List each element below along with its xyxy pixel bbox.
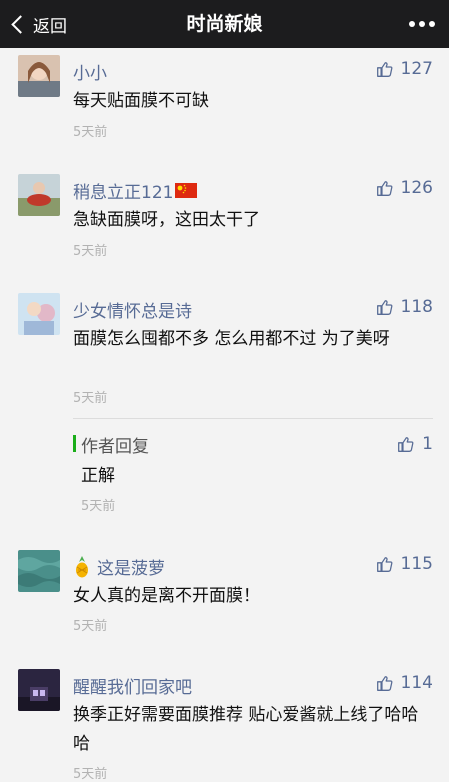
comment-author[interactable]: 这是菠萝 xyxy=(73,554,165,579)
thumbs-up-icon xyxy=(376,556,392,572)
like-count: 1 xyxy=(422,434,433,454)
comment-author[interactable]: 少女情怀总是诗 xyxy=(73,297,192,322)
back-label: 返回 xyxy=(33,16,67,37)
more-dot xyxy=(419,21,425,27)
like-count: 114 xyxy=(400,673,433,693)
comment-time: 5天前 xyxy=(73,619,108,634)
thumbs-up-icon xyxy=(376,61,392,77)
comment-time: 5天前 xyxy=(73,391,108,406)
comment-text: 每天贴面膜不可缺 xyxy=(73,91,209,111)
avatar[interactable] xyxy=(18,669,60,711)
like-button[interactable]: 118 xyxy=(376,297,433,317)
comment-author-name: 这是菠萝 xyxy=(97,559,165,579)
top-bar: 返回 时尚新娘 xyxy=(0,0,449,48)
like-button[interactable]: 1 xyxy=(397,434,433,454)
like-count: 126 xyxy=(400,178,433,198)
like-count: 118 xyxy=(400,297,433,317)
more-button[interactable] xyxy=(409,0,435,48)
comment-author[interactable]: 稍息立正121 xyxy=(73,178,198,203)
thumbs-up-icon xyxy=(376,180,392,196)
comment-author-name: 稍息立正121 xyxy=(73,183,174,203)
comment-author[interactable]: 小小 xyxy=(73,59,107,84)
like-button[interactable]: 114 xyxy=(376,673,433,693)
page-title: 时尚新娘 xyxy=(186,13,263,35)
more-dots-icon xyxy=(409,21,415,27)
thumbs-up-icon xyxy=(376,299,392,315)
thumbs-up-icon xyxy=(376,675,392,691)
like-count: 115 xyxy=(400,554,433,574)
reply-divider xyxy=(73,418,433,419)
like-button[interactable]: 126 xyxy=(376,178,433,198)
avatar[interactable] xyxy=(18,550,60,592)
avatar[interactable] xyxy=(18,293,60,335)
back-button[interactable]: 返回 xyxy=(10,0,67,48)
chevron-left-icon xyxy=(11,14,30,34)
more-dot xyxy=(429,21,435,27)
comment-text: 急缺面膜呀，这田太干了 xyxy=(73,210,260,230)
thumbs-up-icon xyxy=(398,436,414,452)
pineapple-emoji-icon xyxy=(76,555,88,577)
like-button[interactable]: 127 xyxy=(376,59,433,79)
like-count: 127 xyxy=(400,59,433,79)
author-reply-text: 正解 xyxy=(81,466,115,486)
comment-text: 面膜怎么囤都不多 怎么用都不过 为了美呀 xyxy=(73,329,390,349)
comment-time: 5天前 xyxy=(73,244,108,259)
reply-accent-bar xyxy=(73,435,76,452)
like-button[interactable]: 115 xyxy=(376,554,433,574)
author-reply-label: 作者回复 xyxy=(81,437,149,457)
author-reply-time: 5天前 xyxy=(81,499,116,514)
comment-author[interactable]: 醒醒我们回家吧 xyxy=(73,673,192,698)
comment-text: 换季正好需要面膜推荐 贴心爱酱就上线了哈哈哈 xyxy=(73,705,419,754)
china-flag-icon xyxy=(175,183,198,198)
avatar[interactable] xyxy=(18,174,60,216)
comment-text: 女人真的是离不开面膜！ xyxy=(73,586,260,606)
comment-time: 5天前 xyxy=(73,125,108,140)
avatar[interactable] xyxy=(18,55,60,97)
